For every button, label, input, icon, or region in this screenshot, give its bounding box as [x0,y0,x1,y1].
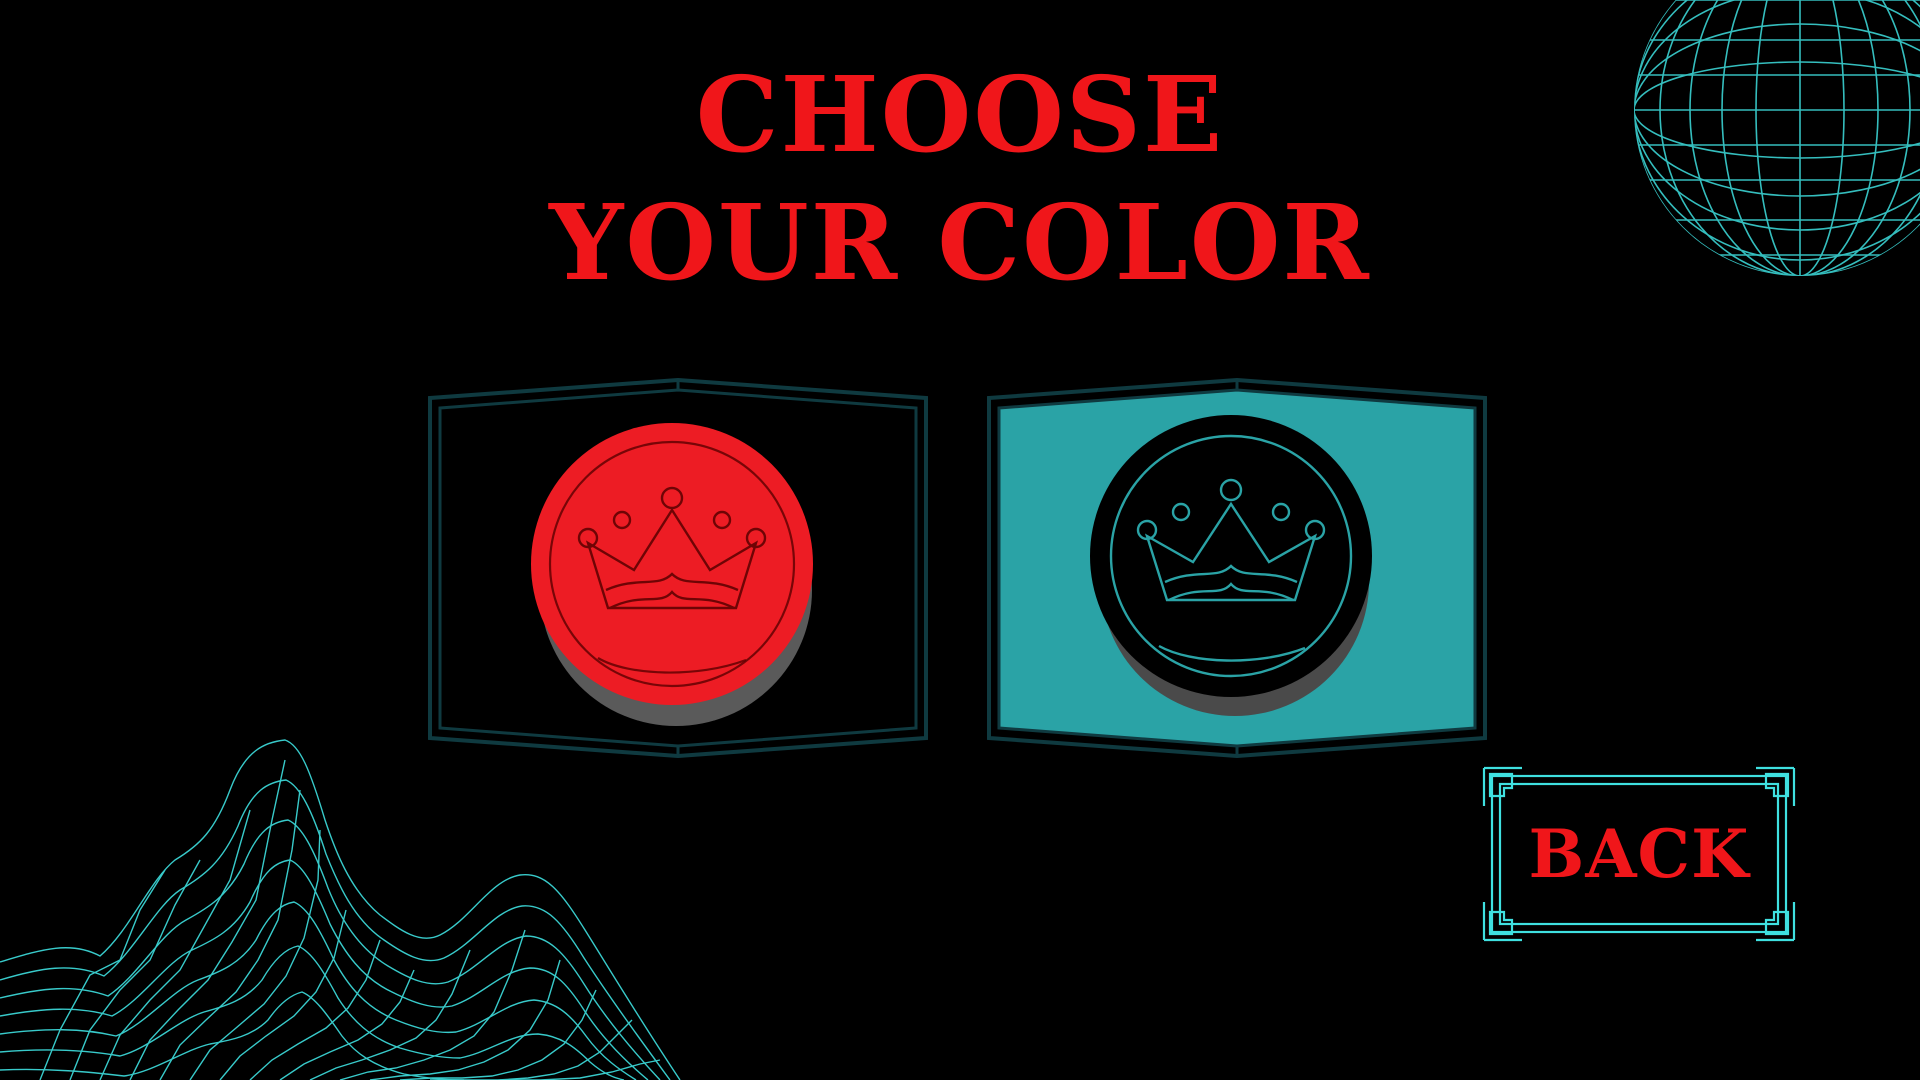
color-option-red[interactable] [428,378,928,758]
back-button[interactable]: BACK [1482,766,1796,942]
color-option-black[interactable] [987,378,1487,758]
black-checker-piece [1090,415,1372,697]
red-checker-piece [531,423,813,705]
wireframe-terrain-decoration [0,730,690,1080]
title-line-1: CHOOSE [695,53,1225,176]
back-button-label: BACK [1528,815,1750,893]
title-line-2: YOUR COLOR [549,181,1371,304]
